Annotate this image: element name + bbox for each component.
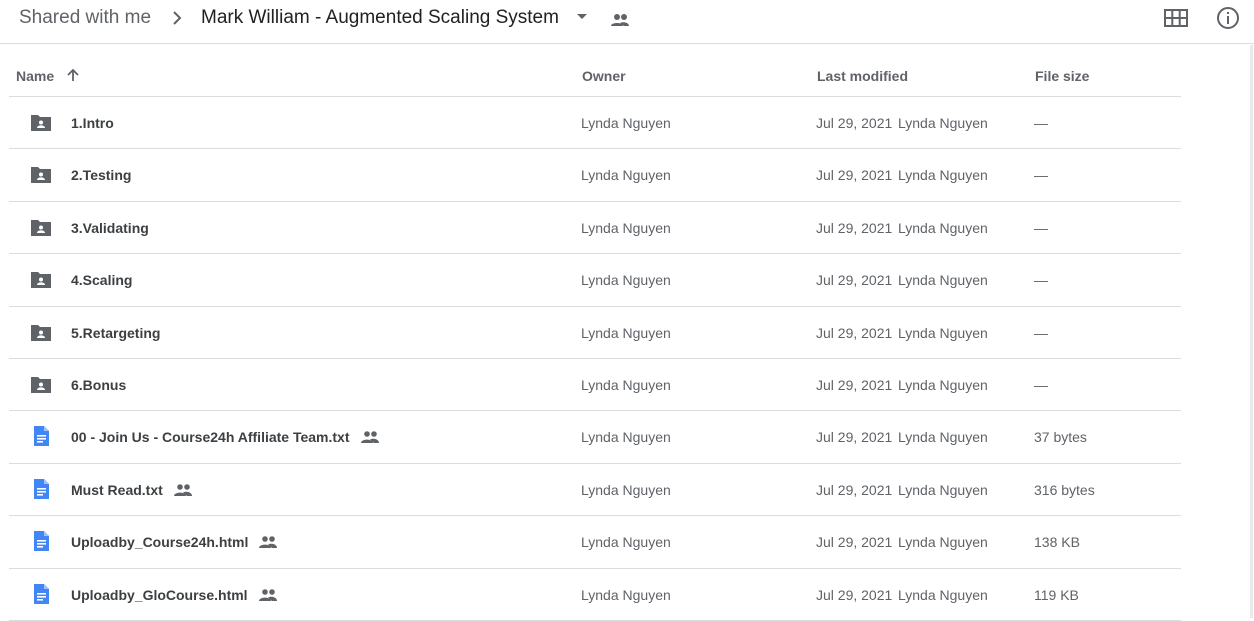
people-icon bbox=[361, 431, 379, 444]
modified-by: Lynda Nguyen bbox=[898, 376, 988, 393]
file-name: 6.Bonus bbox=[71, 376, 127, 393]
file-name: 5.Retargeting bbox=[71, 324, 161, 341]
file-size: — bbox=[1034, 115, 1048, 131]
modified-date: Jul 29, 2021 bbox=[816, 481, 893, 498]
column-last-modified[interactable]: Last modified bbox=[817, 68, 908, 84]
file-size: 37 bytes bbox=[1034, 429, 1087, 446]
modified-by: Lynda Nguyen bbox=[898, 586, 988, 603]
file-name: 3.Validating bbox=[71, 219, 149, 236]
column-header-row: Name Owner Last modified File size bbox=[9, 45, 1181, 97]
modified-by: Lynda Nguyen bbox=[898, 167, 988, 184]
owner-name: Lynda Nguyen bbox=[581, 534, 671, 551]
file-rows: 1.Intro Lynda Nguyen Jul 29, 2021 Lynda Ngu… bbox=[9, 97, 1181, 621]
modified-by: Lynda Nguyen bbox=[898, 481, 988, 498]
modified-by: Lynda Nguyen bbox=[898, 115, 988, 131]
modified-date: Jul 29, 2021 bbox=[816, 219, 893, 236]
google-doc-icon bbox=[34, 531, 49, 552]
people-icon bbox=[611, 14, 629, 26]
owner-name: Lynda Nguyen bbox=[581, 324, 671, 341]
shared-folder-icon bbox=[31, 272, 51, 289]
file-size: 138 KB bbox=[1034, 534, 1080, 551]
file-row[interactable]: Must Read.txt Lynda Nguyen Jul 29, 2021 Lyn… bbox=[9, 464, 1181, 517]
people-icon bbox=[174, 483, 192, 496]
owner-name: Lynda Nguyen bbox=[581, 219, 671, 236]
file-size: 119 KB bbox=[1034, 586, 1079, 603]
scrollbar[interactable] bbox=[1250, 45, 1253, 618]
file-row[interactable]: 00 - Join Us - Course24h Affiliate Team.… bbox=[9, 411, 1181, 464]
file-row[interactable]: Uploadby_GloCourse.html Lynda Nguyen Jul 2… bbox=[9, 569, 1181, 621]
folder-row[interactable]: 3.Validating Lynda Nguyen Jul 29, 2021 Lynd… bbox=[9, 202, 1181, 255]
column-file-size[interactable]: File size bbox=[1035, 68, 1089, 84]
shared-folder-icon bbox=[31, 219, 51, 236]
file-size: — bbox=[1034, 272, 1048, 289]
arrow-up-icon[interactable] bbox=[66, 68, 80, 82]
file-size: — bbox=[1034, 219, 1048, 236]
modified-date: Jul 29, 2021 bbox=[816, 429, 893, 446]
folder-row[interactable]: 6.Bonus Lynda Nguyen Jul 29, 2021 Lynda Ngu… bbox=[9, 359, 1181, 412]
modified-date: Jul 29, 2021 bbox=[816, 376, 893, 393]
folder-row[interactable]: 5.Retargeting Lynda Nguyen Jul 29, 2021 Lyn… bbox=[9, 307, 1181, 359]
modified-date: Jul 29, 2021 bbox=[816, 115, 893, 131]
owner-name: Lynda Nguyen bbox=[581, 429, 671, 446]
modified-by: Lynda Nguyen bbox=[898, 429, 988, 446]
file-name: 1.Intro bbox=[71, 115, 114, 131]
owner-name: Lynda Nguyen bbox=[581, 167, 671, 184]
google-doc-icon bbox=[34, 478, 49, 499]
file-name: 4.Scaling bbox=[71, 272, 133, 289]
folder-row[interactable]: 1.Intro Lynda Nguyen Jul 29, 2021 Lynda Ngu… bbox=[9, 97, 1181, 150]
owner-name: Lynda Nguyen bbox=[581, 272, 671, 289]
file-name: 00 - Join Us - Course24h Affiliate Team.… bbox=[71, 429, 350, 446]
modified-by: Lynda Nguyen bbox=[898, 272, 988, 289]
column-owner[interactable]: Owner bbox=[582, 68, 626, 84]
people-icon bbox=[259, 588, 277, 601]
owner-name: Lynda Nguyen bbox=[581, 481, 671, 498]
file-size: — bbox=[1034, 167, 1048, 184]
file-name: Must Read.txt bbox=[71, 481, 163, 498]
info-icon[interactable] bbox=[1216, 6, 1240, 30]
file-name: Uploadby_Course24h.html bbox=[71, 534, 249, 551]
google-doc-icon bbox=[34, 583, 49, 604]
modified-date: Jul 29, 2021 bbox=[816, 167, 893, 184]
owner-name: Lynda Nguyen bbox=[581, 586, 671, 603]
people-icon bbox=[259, 536, 277, 549]
shared-folder-icon bbox=[31, 115, 51, 131]
folder-row[interactable]: 4.Scaling Lynda Nguyen Jul 29, 2021 Lynda N… bbox=[9, 254, 1181, 307]
owner-name: Lynda Nguyen bbox=[581, 115, 671, 131]
modified-by: Lynda Nguyen bbox=[898, 534, 988, 551]
shared-folder-icon bbox=[31, 167, 51, 184]
shared-folder-icon bbox=[31, 376, 51, 393]
grid-view-icon[interactable] bbox=[1164, 8, 1188, 28]
file-size: — bbox=[1034, 376, 1048, 393]
file-size: — bbox=[1034, 324, 1048, 341]
shared-folder-icon bbox=[31, 324, 51, 341]
modified-date: Jul 29, 2021 bbox=[816, 272, 893, 289]
file-name: Uploadby_GloCourse.html bbox=[71, 586, 248, 603]
file-list: Name Owner Last modified File size 1.Int… bbox=[9, 45, 1181, 621]
breadcrumb-current-folder[interactable]: Mark William - Augmented Scaling System bbox=[201, 7, 559, 29]
modified-date: Jul 29, 2021 bbox=[816, 324, 893, 341]
top-bar: Shared with me Mark William - Augmented … bbox=[0, 0, 1254, 44]
chevron-right-icon bbox=[173, 11, 182, 25]
folder-row[interactable]: 2.Testing Lynda Nguyen Jul 29, 2021 Lynda N… bbox=[9, 149, 1181, 202]
google-doc-icon bbox=[34, 426, 49, 447]
modified-date: Jul 29, 2021 bbox=[816, 586, 893, 603]
file-name: 2.Testing bbox=[71, 167, 132, 184]
modified-date: Jul 29, 2021 bbox=[816, 534, 893, 551]
owner-name: Lynda Nguyen bbox=[581, 376, 671, 393]
file-row[interactable]: Uploadby_Course24h.html Lynda Nguyen Jul 2… bbox=[9, 516, 1181, 569]
caret-down-icon[interactable] bbox=[577, 14, 587, 19]
modified-by: Lynda Nguyen bbox=[898, 324, 988, 341]
modified-by: Lynda Nguyen bbox=[898, 219, 988, 236]
breadcrumb-shared-with-me[interactable]: Shared with me bbox=[19, 7, 151, 29]
column-name[interactable]: Name bbox=[16, 68, 54, 84]
file-size: 316 bytes bbox=[1034, 481, 1095, 498]
